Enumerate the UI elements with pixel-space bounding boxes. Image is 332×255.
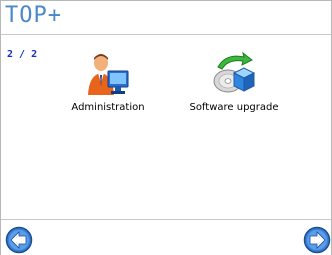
app-window: TOP+ 2 / 2 Administration Software upgra…: [0, 0, 332, 255]
bottom-nav-bar: [1, 219, 331, 255]
page-indicator: 2 / 2: [7, 49, 38, 60]
administration-app[interactable]: Administration: [53, 51, 163, 121]
admin-user-computer-icon: [88, 54, 129, 95]
administration-label: Administration: [71, 102, 145, 113]
software-upgrade-label: Software upgrade: [189, 102, 279, 113]
arrow-right-icon[interactable]: [303, 226, 331, 254]
arrow-left-icon[interactable]: [5, 226, 33, 254]
app-title: TOP+: [5, 3, 62, 28]
title-divider: [1, 34, 331, 35]
software-upgrade-app[interactable]: Software upgrade: [179, 51, 289, 121]
software-upgrade-disc-icon: [213, 51, 256, 93]
